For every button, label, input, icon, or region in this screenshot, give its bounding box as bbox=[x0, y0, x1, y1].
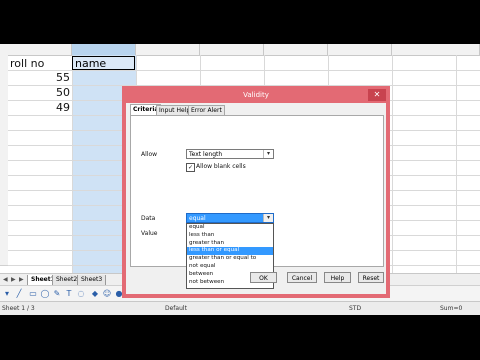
chevron-down-icon: ▾ bbox=[263, 214, 273, 222]
cell-b1-active[interactable]: name bbox=[72, 56, 135, 70]
pen-tool-icon[interactable]: ✎ bbox=[52, 289, 62, 299]
dropdown-option[interactable]: equal bbox=[187, 224, 273, 232]
allow-select-value: Text length bbox=[189, 151, 223, 158]
rectangle-tool-icon[interactable]: ▭ bbox=[28, 289, 38, 299]
row-header[interactable] bbox=[0, 205, 8, 221]
dropdown-option[interactable]: not equal bbox=[187, 263, 273, 271]
row-header[interactable] bbox=[0, 70, 8, 86]
close-icon[interactable]: ✕ bbox=[368, 89, 386, 101]
dialog-title: Validity bbox=[126, 90, 386, 103]
cancel-button[interactable]: Cancel bbox=[287, 272, 317, 283]
column-header-f[interactable] bbox=[328, 44, 392, 55]
status-style: Default bbox=[165, 305, 187, 312]
value-label: Value bbox=[141, 230, 158, 237]
column-header-e[interactable] bbox=[264, 44, 328, 55]
allow-label: Allow bbox=[141, 151, 158, 158]
row-header[interactable] bbox=[0, 220, 8, 236]
spreadsheet-window: roll no name 55 50 49 ◀ ▶ ▶ Sheet1 Sheet… bbox=[0, 44, 480, 315]
column-header-c[interactable] bbox=[136, 44, 200, 55]
ellipse-tool-icon[interactable]: ◯ bbox=[40, 289, 50, 299]
ok-button[interactable]: OK bbox=[250, 272, 277, 283]
row-header[interactable] bbox=[0, 55, 8, 71]
status-bar: Sheet 1 / 3 Default STD Sum=0 bbox=[0, 301, 480, 315]
row-header[interactable] bbox=[0, 235, 8, 251]
text-tool-icon[interactable]: T bbox=[64, 289, 74, 299]
validity-dialog: Validity ✕ Criteria Input Help Error Ale… bbox=[122, 86, 390, 298]
row-header[interactable] bbox=[0, 190, 8, 206]
row-header[interactable] bbox=[0, 250, 8, 266]
allow-select[interactable]: Text length ▾ bbox=[186, 149, 274, 159]
basic-shapes-icon[interactable]: ◆ bbox=[90, 289, 100, 299]
allow-blank-checkbox[interactable]: ✓ bbox=[186, 163, 195, 172]
status-sheet: Sheet 1 / 3 bbox=[2, 305, 35, 312]
reset-button[interactable]: Reset bbox=[358, 272, 384, 283]
row-header[interactable] bbox=[0, 100, 8, 116]
first-sheet-icon[interactable]: ◀ bbox=[3, 276, 8, 283]
row-header[interactable] bbox=[0, 130, 8, 146]
column-header-a[interactable] bbox=[8, 44, 72, 55]
column-header-g[interactable] bbox=[392, 44, 480, 55]
row-header[interactable] bbox=[0, 115, 8, 131]
row-header[interactable] bbox=[0, 85, 8, 101]
line-tool-icon[interactable]: ╱ bbox=[14, 289, 24, 299]
column-header-d[interactable] bbox=[200, 44, 264, 55]
dropdown-option[interactable]: greater than or equal to bbox=[187, 255, 273, 263]
allow-blank-label: Allow blank cells bbox=[196, 163, 246, 170]
row-header[interactable] bbox=[0, 160, 8, 176]
help-button[interactable]: Help bbox=[324, 272, 351, 283]
chevron-down-icon: ▾ bbox=[263, 150, 273, 158]
data-select[interactable]: equal ▾ bbox=[186, 213, 274, 223]
cell-a4[interactable]: 49 bbox=[8, 100, 70, 115]
cell-a3[interactable]: 50 bbox=[8, 85, 70, 100]
callout-tool-icon[interactable]: ◌ bbox=[76, 289, 86, 299]
cell-a2[interactable]: 55 bbox=[8, 70, 70, 85]
last-sheet-icon[interactable]: ▶ bbox=[19, 276, 24, 283]
row-header[interactable] bbox=[0, 145, 8, 161]
column-header-b[interactable] bbox=[72, 44, 136, 55]
dropdown-option[interactable]: greater than bbox=[187, 240, 273, 248]
status-mode: STD bbox=[349, 305, 362, 312]
dropdown-option-highlighted[interactable]: less than or equal bbox=[187, 247, 273, 256]
cell-a1[interactable]: roll no bbox=[10, 56, 44, 71]
criteria-panel: Allow Text length ▾ ✓ Allow blank cells … bbox=[130, 115, 384, 289]
next-sheet-icon[interactable]: ▶ bbox=[11, 276, 16, 283]
row-header[interactable] bbox=[0, 175, 8, 191]
status-sum: Sum=0 bbox=[440, 305, 463, 312]
symbol-shapes-icon[interactable]: ☺ bbox=[102, 289, 112, 299]
data-label: Data bbox=[141, 215, 156, 222]
dropdown-option[interactable]: less than bbox=[187, 232, 273, 240]
select-arrow-icon[interactable]: ▾ bbox=[2, 289, 12, 299]
data-select-value: equal bbox=[189, 215, 206, 222]
